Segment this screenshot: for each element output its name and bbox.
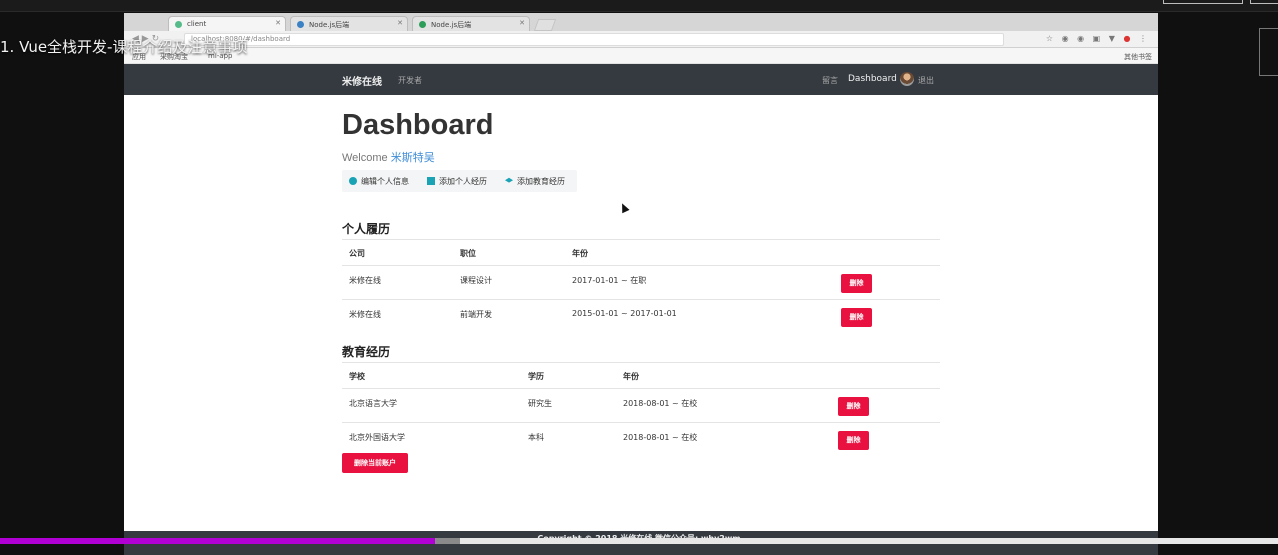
nav-message-link[interactable]: 留言 [822,75,838,86]
brand-logo[interactable]: 米修在线 [342,73,382,88]
graduation-cap-icon [505,177,513,183]
dashboard-actions: 编辑个人信息 添加个人经历 添加教育经历 [342,170,577,192]
player-top-button[interactable] [1250,0,1278,4]
education-title: 教育经历 [342,345,391,359]
table-cell: 北京外国语大学 [349,433,405,442]
bookmarks-bar: 应用 采购淘宝 mi-app 其他书签 [124,48,1158,64]
browser-tab-label: Node.js后端 [431,21,472,29]
table-row: 米修在线 前端开发 2015-01-01 ~ 2017-01-01 删除 [342,300,940,334]
progress-played [0,538,435,544]
nav-logout-link[interactable]: 退出 [918,75,934,86]
close-icon[interactable]: ✕ [275,19,281,27]
welcome-text: Welcome 米斯特吴 [342,149,435,165]
table-cell: 米修在线 [349,276,381,285]
browser-tab[interactable]: client ✕ [168,16,286,31]
table-header-row: 学校 学历 年份 [342,363,940,389]
player-top-bar [0,0,1278,12]
table-cell: 北京语言大学 [349,399,397,408]
video-progress-bar[interactable] [0,538,1278,544]
delete-button[interactable]: 删除 [841,308,872,327]
table-cell: 2017-01-01 ~ 在职 [572,276,647,285]
welcome-prefix: Welcome [342,152,391,164]
education-table: 学校 学历 年份 北京语言大学 研究生 2018-08-01 ~ 在校 删除 北… [342,362,940,458]
new-tab-button[interactable] [533,19,557,31]
table-header: 年份 [572,249,588,258]
delete-button[interactable]: 删除 [838,431,869,450]
table-header-row: 公司 职位 年份 [342,240,940,266]
table-header: 学校 [349,372,365,381]
table-cell: 米修在线 [349,310,381,319]
close-icon[interactable]: ✕ [397,19,403,27]
table-row: 北京语言大学 研究生 2018-08-01 ~ 在校 删除 [342,389,940,423]
table-row: 北京外国语大学 本科 2018-08-01 ~ 在校 删除 [342,423,940,457]
table-header: 学历 [528,372,544,381]
add-education-button[interactable]: 添加教育经历 [505,176,565,187]
page-title: Dashboard [342,109,494,141]
edit-profile-button[interactable]: 编辑个人信息 [349,176,409,187]
close-icon[interactable]: ✕ [519,19,525,27]
table-cell: 研究生 [528,399,552,408]
experience-title: 个人履历 [342,222,391,236]
add-experience-button[interactable]: 添加个人经历 [427,176,487,187]
id-badge-icon [427,177,435,185]
player-top-button[interactable] [1163,0,1243,4]
delete-account-button[interactable]: 删除当前账户 [342,453,408,473]
table-row: 米修在线 课程设计 2017-01-01 ~ 在职 删除 [342,266,940,300]
browser-tab-strip: client ✕ Node.js后端 ✕ Node.js后端 ✕ [124,13,1158,31]
site-navbar: 米修在线 开发者 留言 Dashboard 退出 [124,64,1158,95]
table-cell: 课程设计 [460,276,492,285]
browser-tab[interactable]: Node.js后端 ✕ [290,16,408,31]
table-header: 年份 [623,372,639,381]
favicon-icon [297,21,304,28]
table-cell: 2015-01-01 ~ 2017-01-01 [572,309,677,318]
extension-red-icon[interactable]: ● [1123,34,1133,43]
welcome-user-link[interactable]: 米斯特吴 [391,152,435,164]
table-cell: 2018-08-01 ~ 在校 [623,399,698,408]
add-education-label: 添加教育经历 [517,177,565,186]
nav-developers-link[interactable]: 开发者 [398,75,422,86]
address-bar[interactable]: localhost:8080/#/dashboard [184,33,1004,46]
delete-button[interactable]: 删除 [838,397,869,416]
experience-table: 公司 职位 年份 米修在线 课程设计 2017-01-01 ~ 在职 删除 米修… [342,239,940,335]
browser-toolbar: ◀ ▶ ↻ localhost:8080/#/dashboard ☆ ◉ ◉ ▣… [124,31,1158,48]
table-cell: 2018-08-01 ~ 在校 [623,433,698,442]
extension-icons[interactable]: ☆ ◉ ◉ ▣ ▼ ● ⋮ [1046,34,1150,43]
table-header: 公司 [349,249,365,258]
browser-tab[interactable]: Node.js后端 ✕ [412,16,530,31]
favicon-icon [175,21,182,28]
favicon-icon [419,21,426,28]
nav-dashboard-link[interactable]: Dashboard [848,74,897,84]
user-circle-icon [349,177,357,185]
other-bookmarks[interactable]: 其他书签 [1124,52,1152,62]
delete-button[interactable]: 删除 [841,274,872,293]
browser-tab-label: client [187,20,207,28]
browser-window: client ✕ Node.js后端 ✕ Node.js后端 ✕ ◀ ▶ ↻ l… [124,13,1158,555]
browser-tab-label: Node.js后端 [309,21,350,29]
add-experience-label: 添加个人经历 [439,177,487,186]
avatar[interactable] [900,72,914,86]
video-title: 1. Vue全栈开发-课程介绍及注意事项 [0,38,248,56]
table-cell: 前端开发 [460,310,492,319]
video-player: client ✕ Node.js后端 ✕ Node.js后端 ✕ ◀ ▶ ↻ l… [0,0,1278,555]
table-cell: 本科 [528,433,544,442]
edit-profile-label: 编辑个人信息 [361,177,409,186]
table-header: 职位 [460,249,476,258]
player-side-button[interactable] [1259,28,1278,76]
